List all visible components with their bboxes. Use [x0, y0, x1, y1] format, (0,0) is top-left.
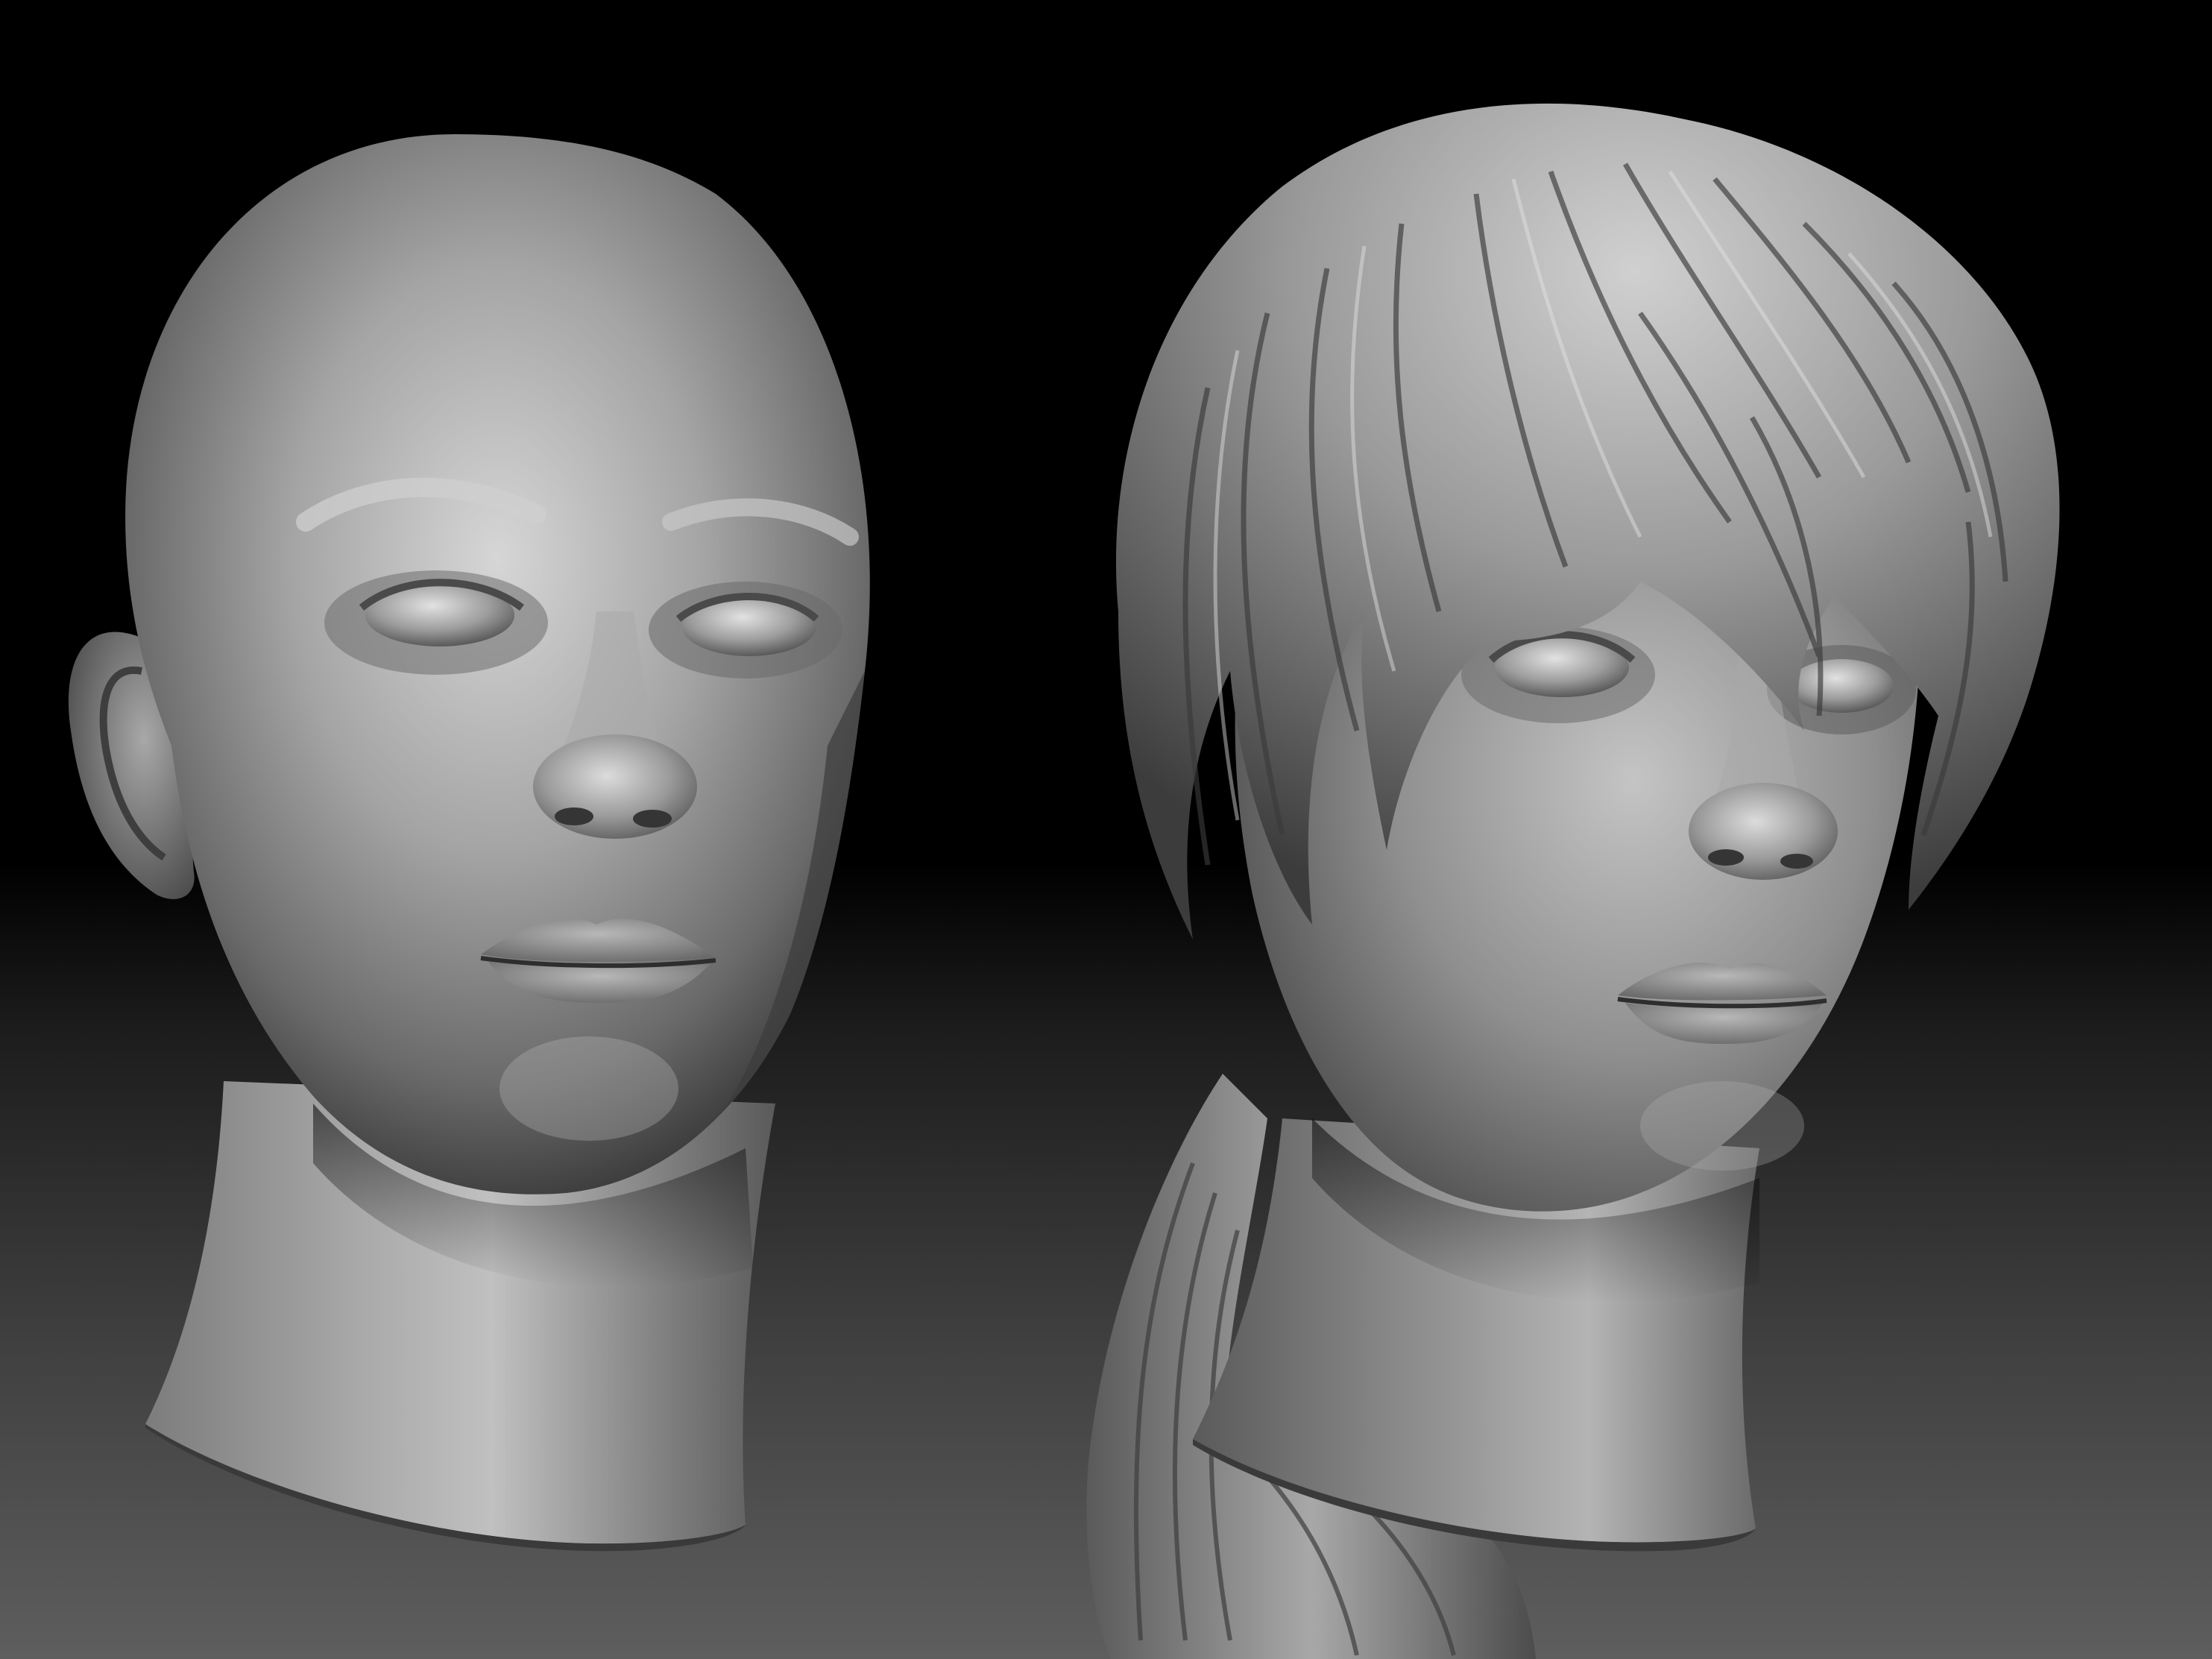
- haired-head-nostril-left: [1708, 849, 1744, 866]
- sculpt-viewport[interactable]: [0, 0, 2212, 1659]
- haired-head-nose: [1689, 783, 1838, 880]
- haired-head-chin: [1640, 1081, 1804, 1171]
- haired-head-nostril-right: [1780, 854, 1813, 869]
- bald-head-nostril-left: [555, 808, 593, 825]
- haired-head-eye-right: [1789, 659, 1894, 713]
- bald-head-nose: [533, 734, 697, 839]
- bald-head-nostril-right: [633, 810, 672, 828]
- sculpt-render: [0, 0, 2212, 1659]
- bald-head-chin: [500, 1036, 678, 1141]
